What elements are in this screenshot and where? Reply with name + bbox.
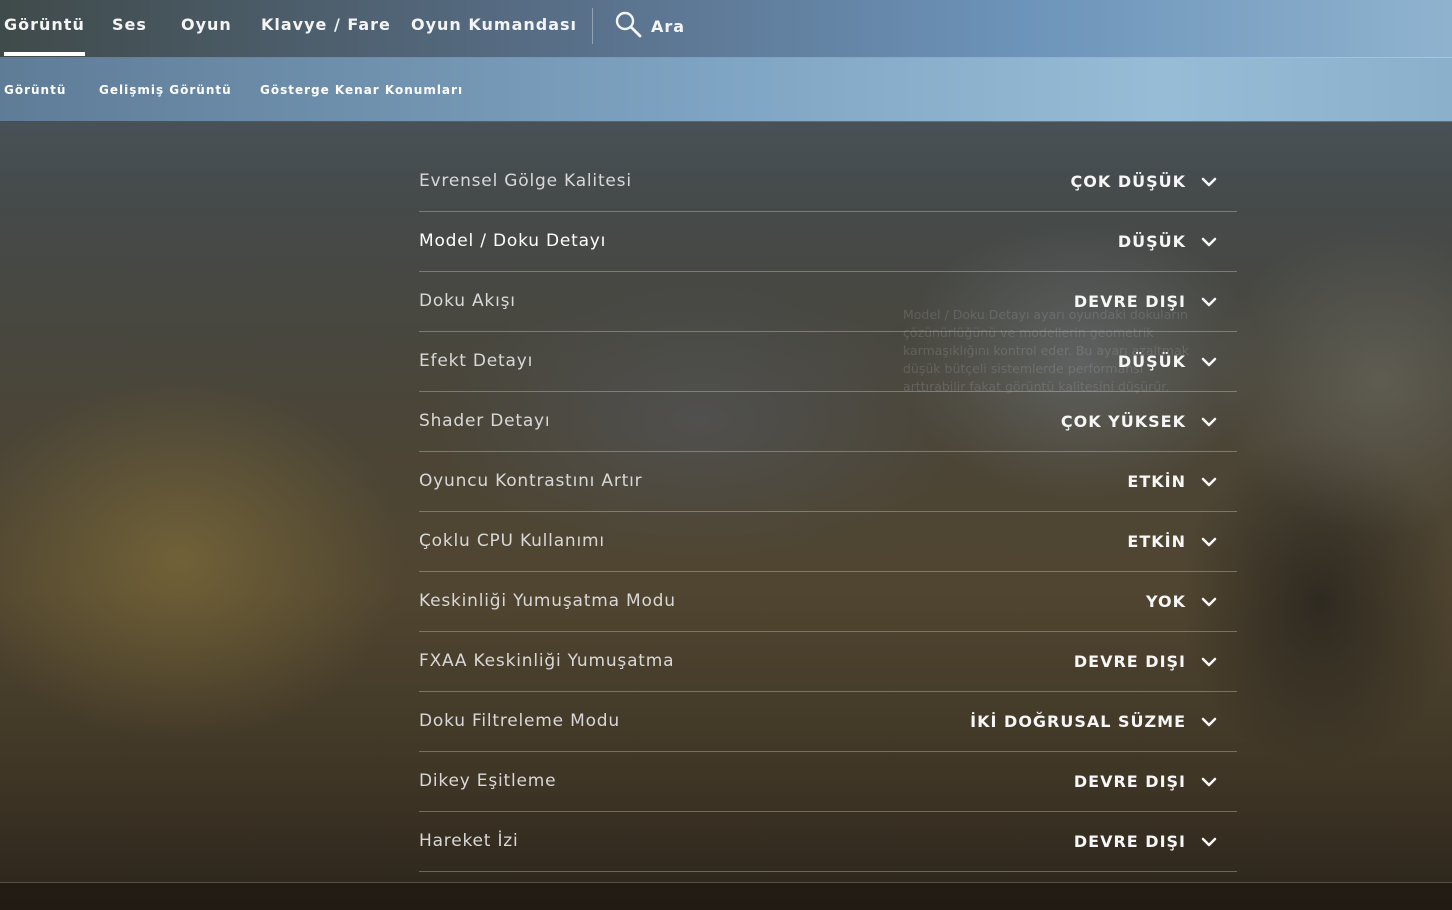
setting-row-global-shadow-quality[interactable]: Evrensel Gölge Kalitesi ÇOK DÜŞÜK [419,152,1237,212]
setting-value-dropdown[interactable]: İKİ DOĞRUSAL SÜZME [970,712,1186,731]
subtab-advanced-display[interactable]: Gelişmiş Görüntü [99,58,232,121]
setting-row-fxaa-antialiasing[interactable]: FXAA Keskinliği Yumuşatma DEVRE DIŞI [419,632,1237,692]
setting-row-motion-blur[interactable]: Hareket İzi DEVRE DIŞI [419,812,1237,872]
setting-label: Model / Doku Detayı [419,231,607,251]
sub-navigation: Görüntü Gelişmiş Görüntü Gösterge Kenar … [0,58,1452,122]
setting-label: Efekt Detayı [419,351,534,371]
setting-row-boost-player-contrast[interactable]: Oyuncu Kontrastını Artır ETKİN [419,452,1237,512]
chevron-down-icon[interactable] [1201,594,1217,610]
setting-value-dropdown[interactable]: DEVRE DIŞI [1074,292,1186,311]
subtab-display[interactable]: Görüntü [4,58,66,121]
setting-row-texture-filtering-mode[interactable]: Doku Filtreleme Modu İKİ DOĞRUSAL SÜZME [419,692,1237,752]
search-icon [614,10,642,42]
chevron-down-icon[interactable] [1201,234,1217,250]
tab-keyboard-mouse[interactable]: Klavye / Fare [261,0,391,57]
top-navigation: Görüntü Ses Oyun Klavye / Fare Oyun Kuma… [0,0,1452,58]
setting-value-dropdown[interactable]: DÜŞÜK [1118,232,1186,251]
setting-label: Keskinliği Yumuşatma Modu [419,591,676,611]
setting-label: Oyuncu Kontrastını Artır [419,471,643,491]
chevron-down-icon[interactable] [1201,774,1217,790]
chevron-down-icon[interactable] [1201,174,1217,190]
setting-row-antialiasing-mode[interactable]: Keskinliği Yumuşatma Modu YOK [419,572,1237,632]
setting-row-multicore-rendering[interactable]: Çoklu CPU Kullanımı ETKİN [419,512,1237,572]
chevron-down-icon[interactable] [1201,414,1217,430]
chevron-down-icon[interactable] [1201,474,1217,490]
chevron-down-icon[interactable] [1201,294,1217,310]
setting-label: Doku Filtreleme Modu [419,711,620,731]
setting-value-dropdown[interactable]: DÜŞÜK [1118,352,1186,371]
setting-value-dropdown[interactable]: DEVRE DIŞI [1074,652,1186,671]
setting-label: Shader Detayı [419,411,551,431]
setting-value-dropdown[interactable]: ETKİN [1127,532,1186,551]
search-label: Ara [651,16,686,36]
setting-value-dropdown[interactable]: ÇOK DÜŞÜK [1071,172,1187,191]
chevron-down-icon[interactable] [1201,354,1217,370]
setting-label: Dikey Eşitleme [419,771,557,791]
setting-row-texture-streaming[interactable]: Doku Akışı DEVRE DIŞI [419,272,1237,332]
setting-label: Çoklu CPU Kullanımı [419,531,605,551]
chevron-down-icon[interactable] [1201,834,1217,850]
tab-display[interactable]: Görüntü [4,0,85,57]
setting-value-dropdown[interactable]: DEVRE DIŞI [1074,772,1186,791]
setting-row-shader-detail[interactable]: Shader Detayı ÇOK YÜKSEK [419,392,1237,452]
setting-value-dropdown[interactable]: YOK [1146,592,1186,611]
search-button[interactable]: Ara [614,10,686,42]
nav-divider [592,8,593,44]
setting-label: Doku Akışı [419,291,516,311]
tab-game[interactable]: Oyun [181,0,232,57]
tab-controller[interactable]: Oyun Kumandası [411,0,577,57]
subtab-hud-edge-positions[interactable]: Gösterge Kenar Konumları [260,58,463,121]
setting-value-dropdown[interactable]: ÇOK YÜKSEK [1061,412,1186,431]
setting-value-dropdown[interactable]: DEVRE DIŞI [1074,832,1186,851]
setting-row-vertical-sync[interactable]: Dikey Eşitleme DEVRE DIŞI [419,752,1237,812]
setting-label: FXAA Keskinliği Yumuşatma [419,651,675,671]
setting-value-dropdown[interactable]: ETKİN [1127,472,1186,491]
tab-audio[interactable]: Ses [112,0,147,57]
chevron-down-icon[interactable] [1201,534,1217,550]
setting-row-effect-detail[interactable]: Efekt Detayı DÜŞÜK [419,332,1237,392]
setting-label: Evrensel Gölge Kalitesi [419,171,632,191]
setting-row-model-texture-detail[interactable]: Model / Doku Detayı DÜŞÜK [419,212,1237,272]
chevron-down-icon[interactable] [1201,654,1217,670]
chevron-down-icon[interactable] [1201,714,1217,730]
setting-label: Hareket İzi [419,831,519,851]
footer-bar [0,883,1452,910]
settings-list: Evrensel Gölge Kalitesi ÇOK DÜŞÜK Model … [419,152,1237,872]
